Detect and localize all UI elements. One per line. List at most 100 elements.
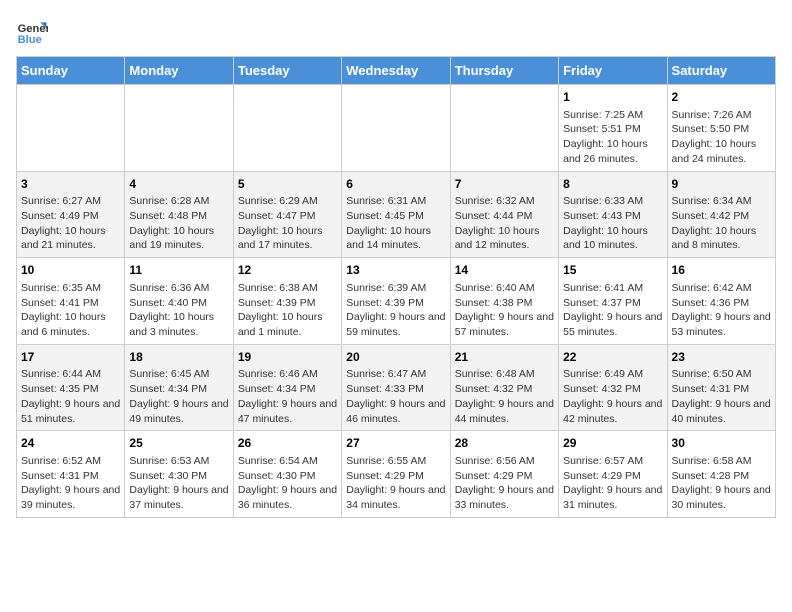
- day-info: Sunrise: 7:25 AMSunset: 5:51 PMDaylight:…: [563, 108, 662, 167]
- day-info: Sunrise: 6:41 AMSunset: 4:37 PMDaylight:…: [563, 281, 662, 340]
- calendar-cell: 4Sunrise: 6:28 AMSunset: 4:48 PMDaylight…: [125, 171, 233, 258]
- weekday-header-thursday: Thursday: [450, 57, 558, 85]
- calendar-cell: 1Sunrise: 7:25 AMSunset: 5:51 PMDaylight…: [559, 85, 667, 172]
- day-number: 21: [455, 349, 554, 366]
- day-number: 11: [129, 262, 228, 279]
- day-info: Sunrise: 6:33 AMSunset: 4:43 PMDaylight:…: [563, 194, 662, 253]
- day-info: Sunrise: 6:36 AMSunset: 4:40 PMDaylight:…: [129, 281, 228, 340]
- calendar-cell: 12 Sunrise: 6:38 AMSunset: 4:39 PMDayligh…: [233, 258, 341, 345]
- calendar-cell: 30 Sunrise: 6:58 AMSunset: 4:28 PMDayligh…: [667, 431, 775, 518]
- calendar-cell: 26 Sunrise: 6:54 AMSunset: 4:30 PMDayligh…: [233, 431, 341, 518]
- day-number: 13: [346, 262, 445, 279]
- weekday-header-monday: Monday: [125, 57, 233, 85]
- weekday-header-tuesday: Tuesday: [233, 57, 341, 85]
- day-info: Sunrise: 6:50 AMSunset: 4:31 PMDaylight:…: [672, 367, 771, 426]
- day-info: Sunrise: 6:28 AMSunset: 4:48 PMDaylight:…: [129, 194, 228, 253]
- day-info: Sunrise: 6:49 AMSunset: 4:32 PMDaylight:…: [563, 367, 662, 426]
- day-number: 12: [238, 262, 337, 279]
- calendar-cell: 25Sunrise: 6:53 AMSunset: 4:30 PMDayligh…: [125, 431, 233, 518]
- day-info: Sunrise: 6:47 AMSunset: 4:33 PMDaylight:…: [346, 367, 445, 426]
- day-number: 28: [455, 435, 554, 452]
- weekday-header-sunday: Sunday: [17, 57, 125, 85]
- weekday-header-row: SundayMondayTuesdayWednesdayThursdayFrid…: [17, 57, 776, 85]
- calendar-cell: 8Sunrise: 6:33 AMSunset: 4:43 PMDaylight…: [559, 171, 667, 258]
- day-info: Sunrise: 6:52 AMSunset: 4:31 PMDaylight:…: [21, 454, 120, 513]
- day-info: Sunrise: 6:48 AMSunset: 4:32 PMDaylight:…: [455, 367, 554, 426]
- calendar-cell: 16Sunrise: 6:42 AMSunset: 4:36 PMDayligh…: [667, 258, 775, 345]
- day-info: Sunrise: 6:56 AMSunset: 4:29 PMDaylight:…: [455, 454, 554, 513]
- calendar-cell: 11 Sunrise: 6:36 AMSunset: 4:40 PMDayligh…: [125, 258, 233, 345]
- day-number: 10: [21, 262, 120, 279]
- day-number: 25: [129, 435, 228, 452]
- day-number: 22: [563, 349, 662, 366]
- calendar-cell: 5Sunrise: 6:29 AMSunset: 4:47 PMDaylight…: [233, 171, 341, 258]
- calendar-cell: 29 Sunrise: 6:57 AMSunset: 4:29 PMDayligh…: [559, 431, 667, 518]
- day-number: 30: [672, 435, 771, 452]
- day-number: 3: [21, 176, 120, 193]
- logo-icon: General Blue: [16, 16, 48, 48]
- calendar-cell: 17Sunrise: 6:44 AMSunset: 4:35 PMDayligh…: [17, 344, 125, 431]
- day-number: 17: [21, 349, 120, 366]
- weekday-header-wednesday: Wednesday: [342, 57, 450, 85]
- day-info: Sunrise: 6:57 AMSunset: 4:29 PMDaylight:…: [563, 454, 662, 513]
- day-info: Sunrise: 6:31 AMSunset: 4:45 PMDaylight:…: [346, 194, 445, 253]
- day-number: 2: [672, 89, 771, 106]
- day-info: Sunrise: 6:54 AMSunset: 4:30 PMDaylight:…: [238, 454, 337, 513]
- calendar-cell: 15 Sunrise: 6:41 AMSunset: 4:37 PMDayligh…: [559, 258, 667, 345]
- page-header: General Blue: [16, 16, 776, 48]
- week-row-5: 24 Sunrise: 6:52 AMSunset: 4:31 PMDayligh…: [17, 431, 776, 518]
- day-info: Sunrise: 6:35 AMSunset: 4:41 PMDaylight:…: [21, 281, 120, 340]
- weekday-header-saturday: Saturday: [667, 57, 775, 85]
- day-number: 15: [563, 262, 662, 279]
- day-number: 24: [21, 435, 120, 452]
- calendar-cell: 21Sunrise: 6:48 AMSunset: 4:32 PMDayligh…: [450, 344, 558, 431]
- week-row-4: 17Sunrise: 6:44 AMSunset: 4:35 PMDayligh…: [17, 344, 776, 431]
- day-number: 23: [672, 349, 771, 366]
- day-info: Sunrise: 6:45 AMSunset: 4:34 PMDaylight:…: [129, 367, 228, 426]
- day-info: Sunrise: 6:34 AMSunset: 4:42 PMDaylight:…: [672, 194, 771, 253]
- calendar-cell: 23Sunrise: 6:50 AMSunset: 4:31 PMDayligh…: [667, 344, 775, 431]
- week-row-2: 3Sunrise: 6:27 AMSunset: 4:49 PMDaylight…: [17, 171, 776, 258]
- day-info: Sunrise: 6:29 AMSunset: 4:47 PMDaylight:…: [238, 194, 337, 253]
- day-number: 29: [563, 435, 662, 452]
- day-info: Sunrise: 6:46 AMSunset: 4:34 PMDaylight:…: [238, 367, 337, 426]
- day-number: 6: [346, 176, 445, 193]
- day-info: Sunrise: 6:58 AMSunset: 4:28 PMDaylight:…: [672, 454, 771, 513]
- day-info: Sunrise: 6:55 AMSunset: 4:29 PMDaylight:…: [346, 454, 445, 513]
- calendar-cell: 2 Sunrise: 7:26 AMSunset: 5:50 PMDaylight…: [667, 85, 775, 172]
- day-number: 9: [672, 176, 771, 193]
- calendar-cell: [17, 85, 125, 172]
- weekday-header-friday: Friday: [559, 57, 667, 85]
- calendar-cell: 9Sunrise: 6:34 AMSunset: 4:42 PMDaylight…: [667, 171, 775, 258]
- calendar-cell: [233, 85, 341, 172]
- day-number: 20: [346, 349, 445, 366]
- day-info: Sunrise: 7:26 AMSunset: 5:50 PMDaylight:…: [672, 108, 771, 167]
- calendar-cell: [125, 85, 233, 172]
- calendar-cell: 6Sunrise: 6:31 AMSunset: 4:45 PMDaylight…: [342, 171, 450, 258]
- calendar-cell: 7Sunrise: 6:32 AMSunset: 4:44 PMDaylight…: [450, 171, 558, 258]
- day-info: Sunrise: 6:40 AMSunset: 4:38 PMDaylight:…: [455, 281, 554, 340]
- day-number: 26: [238, 435, 337, 452]
- calendar-cell: [342, 85, 450, 172]
- calendar-cell: 27 Sunrise: 6:55 AMSunset: 4:29 PMDayligh…: [342, 431, 450, 518]
- day-info: Sunrise: 6:38 AMSunset: 4:39 PMDaylight:…: [238, 281, 337, 340]
- calendar-table: SundayMondayTuesdayWednesdayThursdayFrid…: [16, 56, 776, 518]
- day-number: 19: [238, 349, 337, 366]
- calendar-cell: 18Sunrise: 6:45 AMSunset: 4:34 PMDayligh…: [125, 344, 233, 431]
- calendar-cell: 10 Sunrise: 6:35 AMSunset: 4:41 PMDayligh…: [17, 258, 125, 345]
- day-info: Sunrise: 6:27 AMSunset: 4:49 PMDaylight:…: [21, 194, 120, 253]
- day-info: Sunrise: 6:32 AMSunset: 4:44 PMDaylight:…: [455, 194, 554, 253]
- calendar-cell: 20Sunrise: 6:47 AMSunset: 4:33 PMDayligh…: [342, 344, 450, 431]
- week-row-1: 1Sunrise: 7:25 AMSunset: 5:51 PMDaylight…: [17, 85, 776, 172]
- day-number: 8: [563, 176, 662, 193]
- day-info: Sunrise: 6:44 AMSunset: 4:35 PMDaylight:…: [21, 367, 120, 426]
- day-number: 16: [672, 262, 771, 279]
- day-number: 27: [346, 435, 445, 452]
- calendar-cell: 22Sunrise: 6:49 AMSunset: 4:32 PMDayligh…: [559, 344, 667, 431]
- calendar-cell: 14 Sunrise: 6:40 AMSunset: 4:38 PMDayligh…: [450, 258, 558, 345]
- day-number: 14: [455, 262, 554, 279]
- day-number: 18: [129, 349, 228, 366]
- week-row-3: 10 Sunrise: 6:35 AMSunset: 4:41 PMDayligh…: [17, 258, 776, 345]
- calendar-cell: 28 Sunrise: 6:56 AMSunset: 4:29 PMDayligh…: [450, 431, 558, 518]
- calendar-cell: 3Sunrise: 6:27 AMSunset: 4:49 PMDaylight…: [17, 171, 125, 258]
